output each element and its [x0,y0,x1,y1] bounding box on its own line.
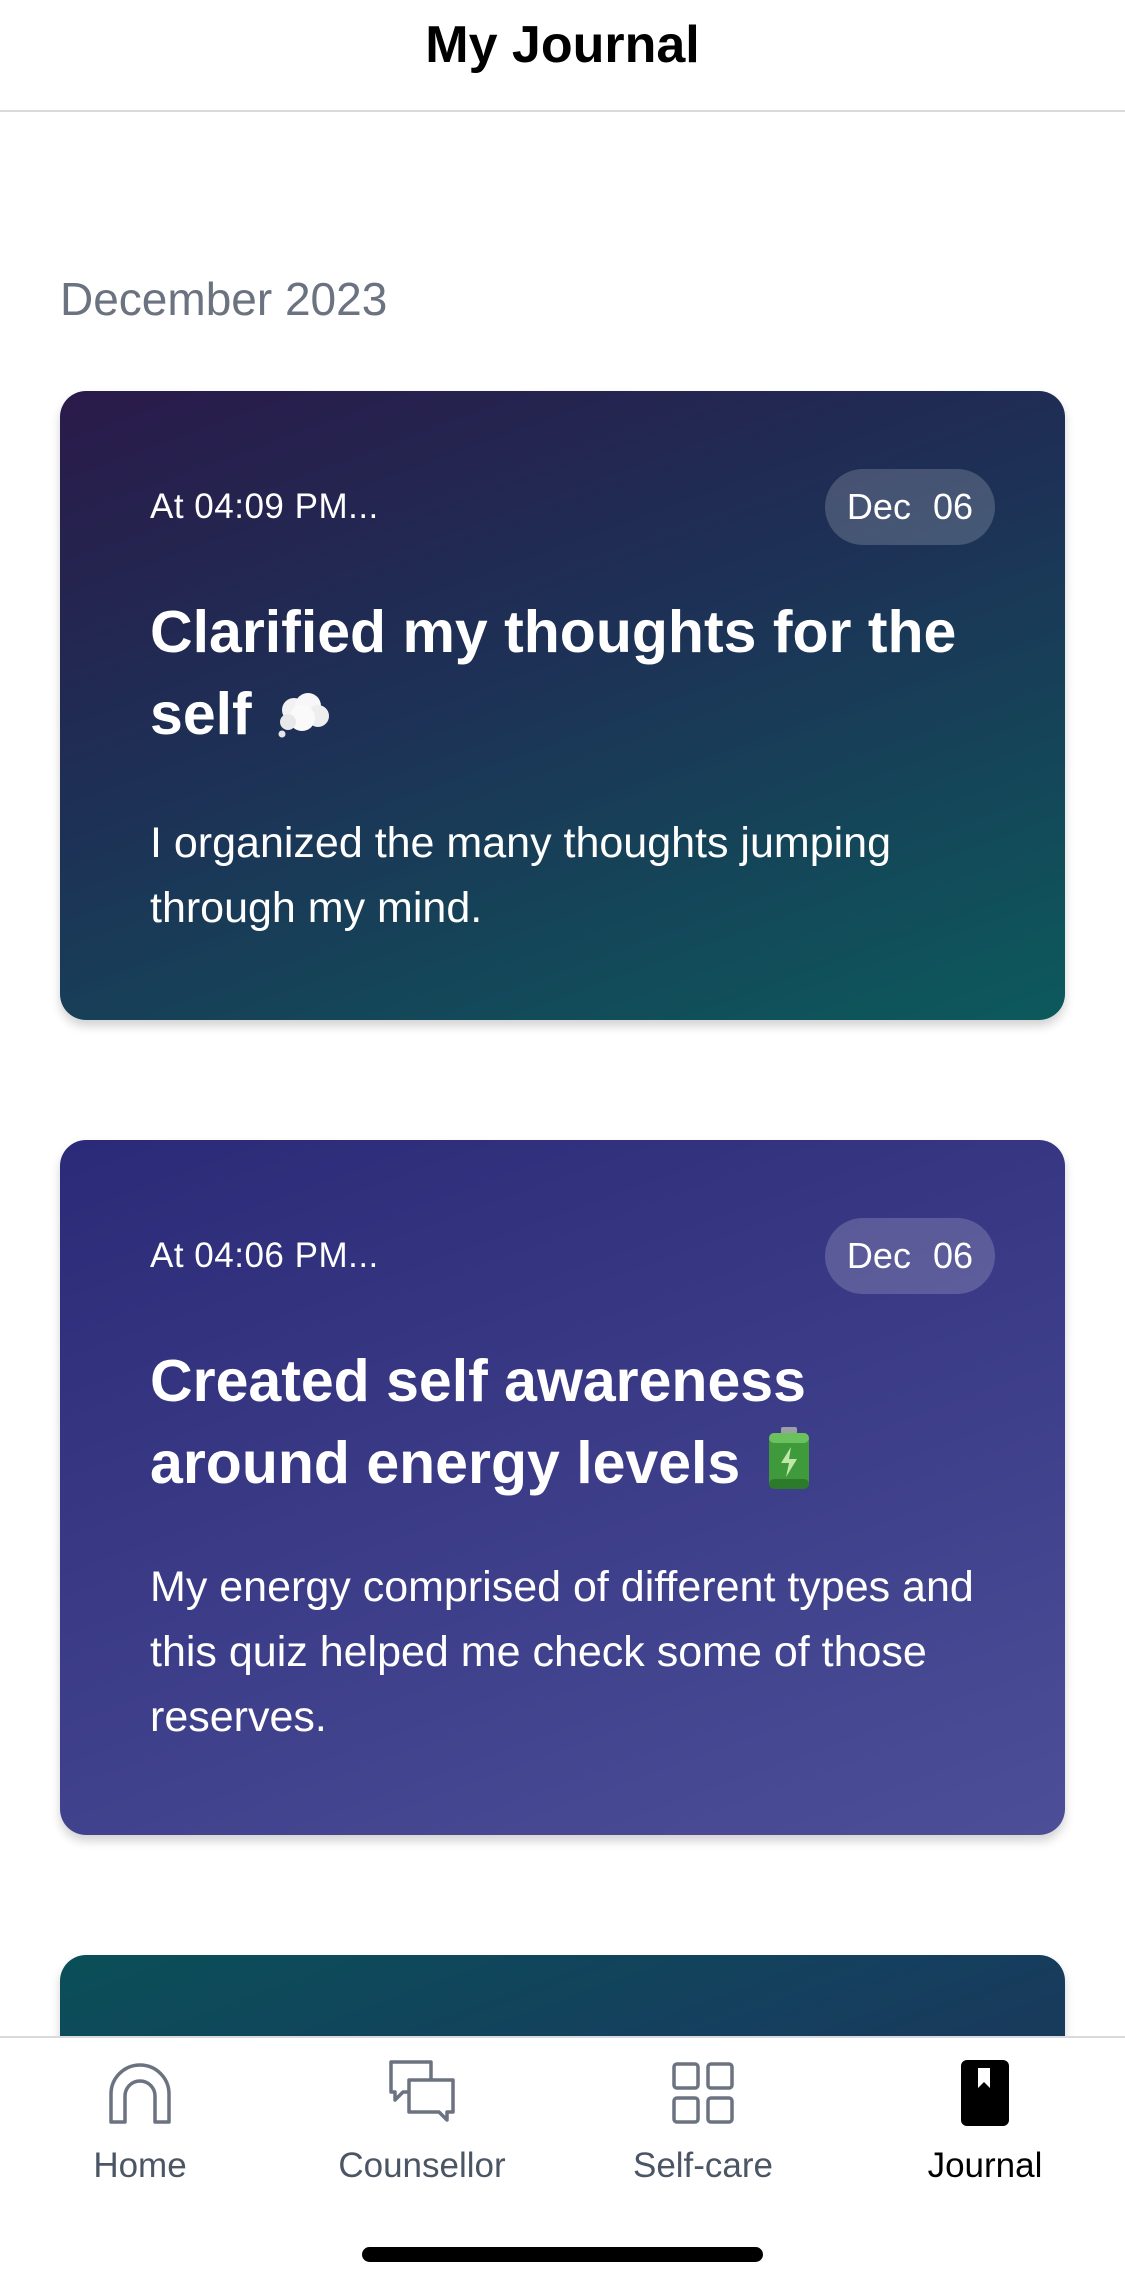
entry-date-month: Dec [846,486,911,527]
tab-label: Counsellor [338,2146,506,2185]
top-header: My Journal [0,0,1125,112]
entry-description: My energy comprised of different types a… [150,1563,974,1741]
tab-counsellor[interactable]: Counsellor [322,2058,522,2208]
journal-entry-card[interactable]: At 04:06 PM... Dec 06 Created self aware… [60,1140,1065,1835]
tab-home[interactable]: Home [40,2058,240,2208]
grid-icon [672,2062,734,2124]
month-section-label: December 2023 [60,273,388,325]
entry-title-text: Created self awareness around energy lev… [150,1348,806,1496]
tab-self-care[interactable]: Self-care [603,2058,803,2208]
home-indicator [362,2247,763,2262]
journal-book-icon [961,2060,1009,2126]
entry-date-day: 06 [932,1235,973,1276]
tab-label: Home [93,2146,187,2185]
home-icon [109,2063,171,2124]
tab-label: Journal [927,2146,1043,2185]
entry-description: I organized the many thoughts jumping th… [150,819,892,932]
battery-icon [767,1427,811,1491]
entry-title-text: Clarified my thoughts for the self [150,599,957,747]
page-title: My Journal [425,16,700,74]
entry-date-day: 06 [932,486,973,527]
chat-bubbles-icon [389,2060,455,2122]
thought-balloon-icon [274,677,332,738]
entry-time: At 04:06 PM... [150,1236,379,1275]
tab-label: Self-care [632,2146,774,2185]
journal-entry-card[interactable]: At 04:09 PM... Dec 06 Clarified my thoug… [60,391,1065,1020]
entry-date-badge: Dec 06 [824,469,995,545]
entry-time: At 04:09 PM... [150,487,379,526]
entry-date-badge: Dec 06 [824,1218,995,1294]
entry-date-month: Dec [846,1235,911,1276]
tab-journal[interactable]: Journal [885,2058,1085,2208]
entry-title: Created self awareness around energy lev… [150,1340,1010,1504]
entry-title: Clarified my thoughts for the self [150,591,1010,755]
